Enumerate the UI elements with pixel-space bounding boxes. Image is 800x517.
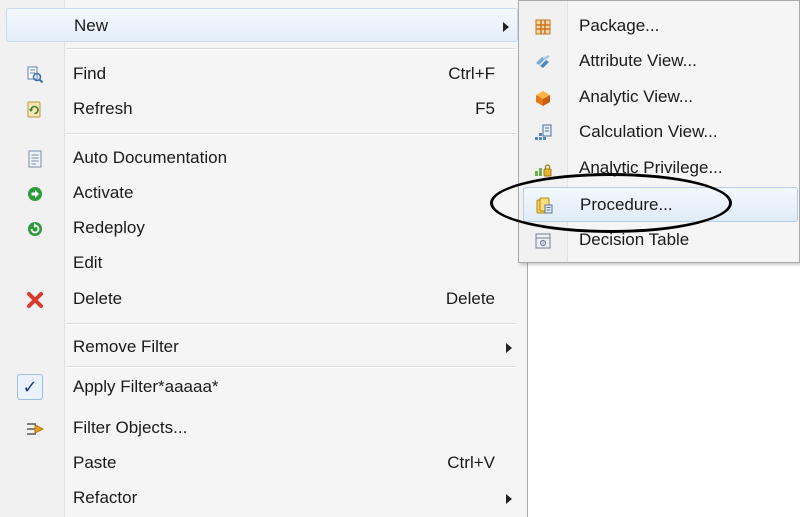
submenu-item-analytic-privilege[interactable]: Analytic Privilege... — [519, 151, 799, 186]
menu-item-label: Filter Objects... — [73, 418, 188, 437]
menu-item-activate[interactable]: Activate — [0, 176, 527, 210]
menu-item-label: Paste — [73, 453, 117, 472]
menu-item-delete[interactable]: Delete Delete — [0, 282, 527, 316]
submenu-item-attribute-view[interactable]: Attribute View... — [519, 44, 799, 79]
menu-item-refactor[interactable]: Refactor — [0, 481, 527, 515]
menu-item-label: Remove Filter — [73, 337, 179, 356]
menu-item-find[interactable]: Find Ctrl+F — [0, 57, 527, 91]
menu-item-shortcut: Ctrl+V — [447, 453, 495, 472]
menu-item-label: Auto Documentation — [73, 148, 228, 167]
submenu-item-label: Decision Table — [579, 230, 690, 249]
document-icon — [26, 150, 44, 168]
delete-icon — [26, 291, 44, 309]
menu-item-remove-filter[interactable]: Remove Filter — [0, 330, 527, 364]
menu-item-new[interactable]: New — [6, 8, 518, 42]
submenu-item-procedure[interactable]: Procedure... — [523, 187, 798, 222]
submenu-arrow-icon — [506, 343, 512, 353]
menu-item-auto-documentation[interactable]: Auto Documentation — [0, 141, 527, 175]
analytic-privilege-icon — [534, 160, 552, 178]
menu-item-label: Delete — [73, 289, 123, 308]
context-menu: New Find Ctrl+F Refresh F5 Auto Document… — [0, 0, 528, 517]
decision-table-icon — [534, 232, 552, 250]
menu-item-paste[interactable]: Paste Ctrl+V — [0, 446, 527, 480]
menu-item-label: Activate — [73, 183, 134, 202]
submenu-item-label: Analytic Privilege... — [579, 158, 723, 177]
menu-item-apply-filter[interactable]: ✓ Apply Filter*aaaaa* — [0, 370, 527, 404]
calculation-view-icon — [534, 124, 552, 142]
submenu-item-decision-table[interactable]: Decision Table — [519, 223, 799, 258]
menu-item-label: Find — [73, 64, 107, 83]
submenu-item-label: Package... — [579, 16, 660, 35]
menu-item-shortcut: Ctrl+F — [448, 64, 495, 83]
menu-item-label: Apply Filter*aaaaa* — [73, 377, 219, 396]
submenu-item-calculation-view[interactable]: Calculation View... — [519, 115, 799, 150]
menu-item-refresh[interactable]: Refresh F5 — [0, 92, 527, 126]
menu-item-label: Refactor — [73, 488, 138, 507]
submenu-item-label: Analytic View... — [579, 87, 694, 106]
find-icon — [26, 66, 44, 84]
activate-icon — [26, 185, 44, 203]
filter-icon — [26, 420, 44, 438]
attribute-view-icon — [534, 53, 552, 71]
submenu-arrow-icon — [506, 494, 512, 504]
submenu-item-analytic-view[interactable]: Analytic View... — [519, 80, 799, 115]
redeploy-icon — [26, 220, 44, 238]
menu-separator — [66, 366, 516, 368]
menu-separator — [66, 48, 516, 50]
submenu-item-package[interactable]: Package... — [519, 9, 799, 44]
submenu-item-label: Calculation View... — [579, 122, 718, 141]
package-icon — [534, 18, 552, 36]
new-submenu: Package... Attribute View... Analytic Vi… — [518, 0, 800, 263]
menu-item-label: New — [74, 16, 109, 35]
menu-item-label: Redeploy — [73, 218, 145, 237]
menu-separator — [66, 133, 516, 135]
menu-item-shortcut: F5 — [475, 99, 495, 118]
menu-item-shortcut: Delete — [445, 289, 495, 308]
submenu-arrow-icon — [503, 22, 509, 32]
procedure-icon — [535, 197, 553, 215]
submenu-item-label: Attribute View... — [579, 51, 697, 70]
menu-separator — [66, 323, 516, 325]
menu-item-label: Edit — [73, 253, 103, 272]
menu-item-label: Refresh — [73, 99, 133, 118]
submenu-item-label: Procedure... — [580, 195, 673, 214]
menu-item-filter-objects[interactable]: Filter Objects... — [0, 411, 527, 445]
menu-item-redeploy[interactable]: Redeploy — [0, 211, 527, 245]
menu-item-edit[interactable]: Edit — [0, 246, 527, 280]
analytic-view-icon — [534, 89, 552, 107]
checkmark-icon: ✓ — [17, 374, 43, 400]
refresh-icon — [26, 101, 44, 119]
